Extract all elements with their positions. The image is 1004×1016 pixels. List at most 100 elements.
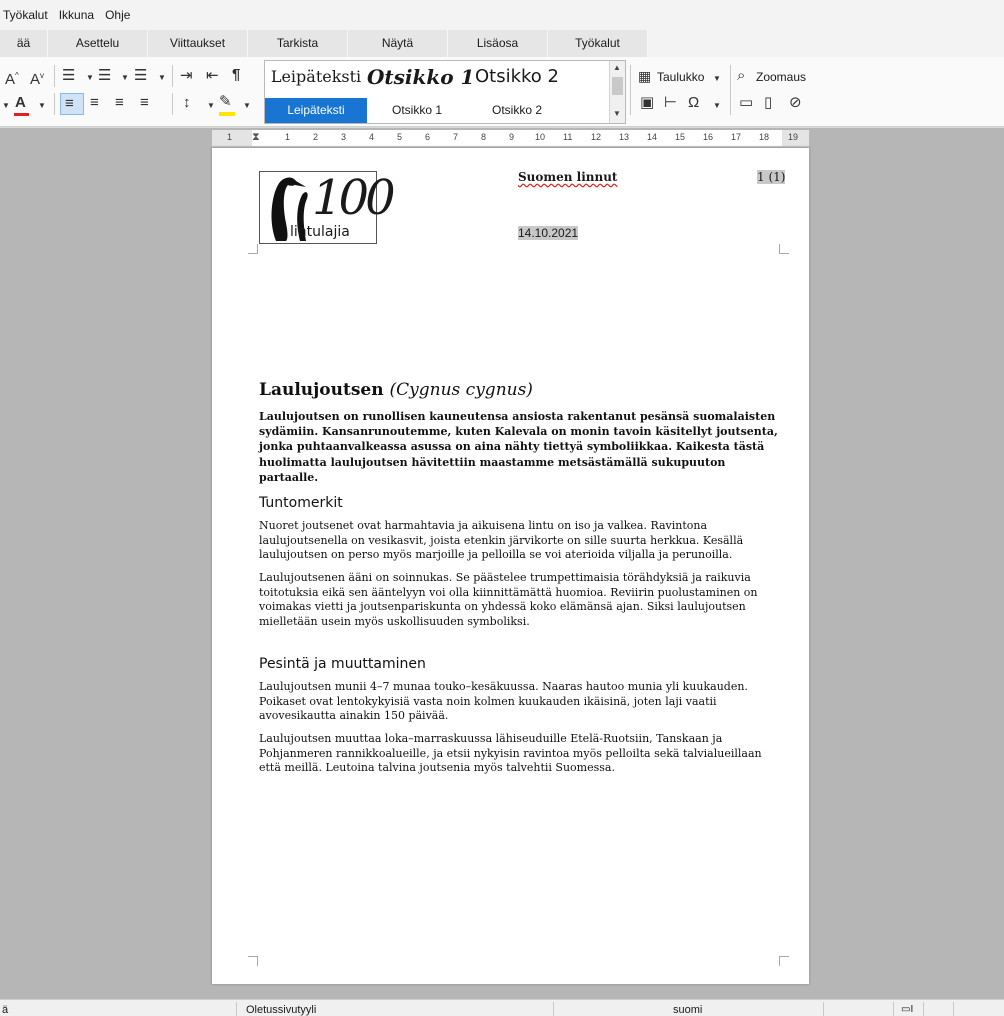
separator [630, 65, 631, 115]
ruler-tick-label: 16 [703, 132, 714, 142]
zoom-icon[interactable]: ⌕ [737, 67, 745, 85]
margin-corner-mark [248, 956, 258, 966]
comment-icon[interactable]: ▭ [739, 94, 753, 112]
ruler-tick-label: 7 [453, 132, 459, 142]
chevron-down-icon[interactable]: ▼ [243, 101, 251, 110]
style-item-heading-2[interactable]: Otsikko 2 Otsikko 2 [467, 61, 567, 123]
insert-mode-icon[interactable]: ▭I [901, 1003, 913, 1016]
status-page-style[interactable]: Oletussivutyyli [246, 1003, 316, 1016]
shrink-font-icon[interactable]: Av [30, 67, 44, 89]
align-left-icon: ≡ [65, 95, 74, 112]
tab-tools[interactable]: Työkalut [548, 30, 648, 57]
table-label[interactable]: Taulukko [657, 68, 704, 86]
ruler-tick-label: 18 [759, 132, 770, 142]
separator [172, 65, 173, 87]
separator [54, 93, 55, 115]
tab-extension[interactable]: Lisäosa [448, 30, 548, 57]
style-label: Otsikko 1 [391, 103, 442, 117]
menu-help[interactable]: Ohje [102, 0, 138, 30]
font-color-icon[interactable]: A [15, 94, 26, 112]
tab-view[interactable]: Näytä [348, 30, 448, 57]
chevron-down-icon[interactable]: ▼ [38, 101, 46, 110]
special-character-icon[interactable]: Ω [688, 94, 699, 112]
page-break-icon[interactable]: ⊢ [664, 94, 677, 112]
ruler-tick-label: 3 [341, 132, 347, 142]
chevron-down-icon[interactable]: ▼ [158, 73, 166, 82]
ruler-tick-label: 11 [563, 132, 573, 142]
menu-window[interactable]: Ikkuna [56, 0, 102, 30]
tab-review[interactable]: Tarkista [248, 30, 348, 57]
menu-tools[interactable]: Työkalut [0, 0, 56, 30]
style-item-heading-1[interactable]: Otsikko 1 Otsikko 1 [367, 61, 475, 123]
ruler-tick-label: 17 [731, 132, 742, 142]
chevron-up-icon[interactable]: ▲ [613, 63, 621, 72]
logo: 100 lintulajia [259, 171, 396, 244]
separator [54, 65, 55, 87]
style-preview: Otsikko 1 [367, 65, 475, 89]
logo-digits: 100 [312, 170, 396, 226]
numbered-list-icon[interactable]: ☰ [98, 67, 111, 85]
tab-references[interactable]: Viittaukset [148, 30, 248, 57]
pilcrow-icon[interactable]: ¶ [232, 66, 240, 84]
tab-partial[interactable]: ää [0, 30, 48, 57]
ruler-tick-label: 10 [535, 132, 546, 142]
line-spacing-icon[interactable]: ↕ [183, 94, 191, 112]
outline-list-icon[interactable]: ☰ [134, 67, 147, 85]
style-gallery-scrollbar[interactable]: ▲ ▼ [609, 61, 625, 123]
section-heading: Pesintä ja muuttaminen [259, 656, 426, 672]
document-title: Laulujoutsen (Cygnus cygnus) [259, 380, 784, 400]
image-icon[interactable]: ▣ [640, 94, 654, 112]
title-latin-name: (Cygnus cygnus) [389, 380, 533, 400]
chevron-down-icon[interactable]: ▼ [713, 101, 721, 110]
chevron-down-icon[interactable]: ▼ [207, 101, 215, 110]
body-paragraph: Laulujoutsenen ääni on soinnukas. Se pää… [259, 571, 758, 629]
style-item-body-text[interactable]: Leipäteksti Leipäteksti [265, 61, 367, 123]
ruler-tick-label: 19 [788, 132, 799, 142]
margin-corner-mark [779, 956, 789, 966]
intro-paragraph: Laulujoutsen on runollisen kauneutensa a… [259, 410, 778, 484]
chevron-down-icon[interactable]: ▼ [121, 73, 129, 82]
separator [236, 1002, 237, 1016]
status-bar: ä Oletussivutyyli suomi ▭I [0, 999, 1004, 1016]
navigator-icon[interactable]: ⊘ [789, 94, 802, 112]
toolbar: A^ Av ☰ ▼ ☰ ▼ ☰ ▼ ⇥ ⇤ ¶ ▼ A ▼ ≡ ≡ ≡ ≡ ↕ … [0, 57, 1004, 127]
separator [730, 65, 731, 115]
align-right-icon[interactable]: ≡ [115, 94, 124, 112]
tab-layout[interactable]: Asettelu [48, 30, 148, 57]
status-language[interactable]: suomi [673, 1003, 702, 1016]
separator [923, 1002, 924, 1016]
separator [553, 1002, 554, 1016]
body-paragraph: Nuoret joutsenet ovat harmahtavia ja aik… [259, 519, 744, 562]
page-preview-icon[interactable]: ▯ [764, 94, 772, 112]
ruler-tick-label: 13 [619, 132, 630, 142]
horizontal-ruler[interactable]: 1 ⧗ 1 2 3 4 5 6 7 8 9 10 11 12 13 14 15 … [212, 130, 809, 147]
separator [893, 1002, 894, 1016]
decrease-indent-icon[interactable]: ⇤ [206, 67, 219, 85]
chevron-down-icon[interactable]: ▼ [613, 109, 621, 118]
ruler-tick-label: 12 [591, 132, 602, 142]
margin-corner-mark [248, 244, 258, 254]
ruler-tick-label: 8 [481, 132, 487, 142]
style-label: Otsikko 2 [491, 103, 542, 117]
style-preview: Leipäteksti [270, 67, 362, 86]
increase-indent-icon[interactable]: ⇥ [180, 67, 193, 85]
scroll-thumb[interactable] [612, 77, 623, 95]
grow-font-icon[interactable]: A^ [5, 67, 19, 89]
title-main: Laulujoutsen [259, 380, 384, 400]
chevron-down-icon[interactable]: ▼ [86, 73, 94, 82]
ruler-tick-label: 1 [285, 132, 291, 142]
document-page[interactable]: 100 lintulajia Suomen linnut 1 (1) 14.10… [212, 148, 809, 984]
bullet-list-icon[interactable]: ☰ [62, 67, 75, 85]
justify-icon[interactable]: ≡ [140, 94, 149, 112]
align-center-icon[interactable]: ≡ [90, 94, 99, 112]
zoom-label[interactable]: Zoomaus [756, 68, 806, 86]
align-left-button[interactable]: ≡ [60, 93, 84, 115]
table-icon[interactable]: ▦ [638, 67, 651, 85]
indent-marker-icon[interactable]: ⧗ [252, 131, 260, 144]
highlight-icon[interactable]: ✎ [219, 93, 232, 111]
chevron-down-icon[interactable]: ▼ [713, 74, 721, 83]
header-page-number: 1 (1) [757, 170, 786, 184]
chevron-down-icon[interactable]: ▼ [2, 101, 10, 110]
body-paragraph: Laulujoutsen muuttaa loka–marraskuussa l… [259, 732, 762, 775]
style-preview: Otsikko 2 [475, 66, 559, 87]
